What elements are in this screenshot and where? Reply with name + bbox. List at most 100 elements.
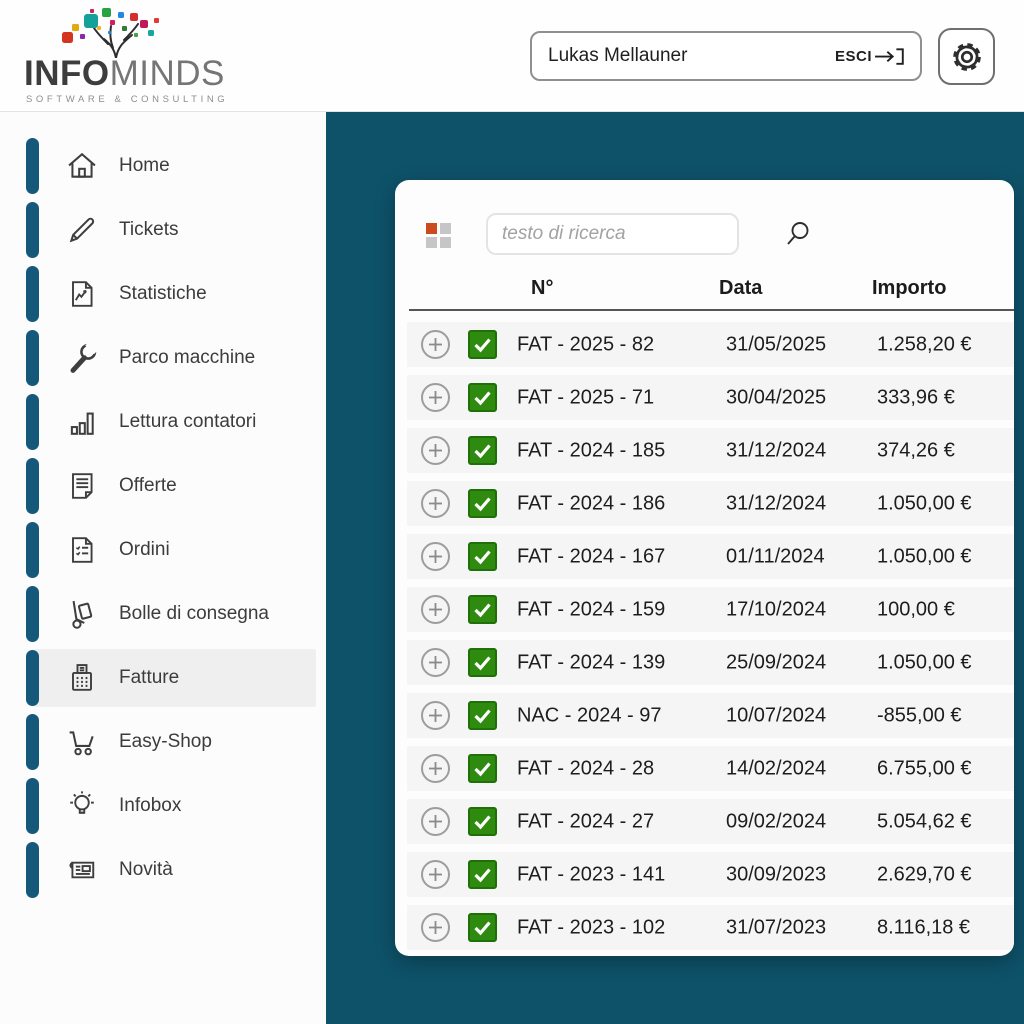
checkmark-icon xyxy=(470,756,495,781)
expand-row-button[interactable] xyxy=(421,807,450,836)
expand-row-button[interactable] xyxy=(421,913,450,942)
row-checkbox[interactable] xyxy=(468,913,497,942)
sidebar-item[interactable]: Home xyxy=(0,134,326,198)
invoice-row[interactable]: FAT - 2023 - 102 31/07/2023 8.116,18 € xyxy=(407,905,1014,950)
sidebar-item-label: Novità xyxy=(119,859,173,880)
sidebar-item[interactable]: Ordini xyxy=(0,518,326,582)
expand-row-button[interactable] xyxy=(421,542,450,571)
grid-view-icon[interactable] xyxy=(426,223,451,248)
invoice-row[interactable]: FAT - 2024 - 28 14/02/2024 6.755,00 € xyxy=(407,746,1014,791)
expand-row-button[interactable] xyxy=(421,595,450,624)
invoice-row[interactable]: FAT - 2025 - 82 31/05/2025 1.258,20 € xyxy=(407,322,1014,367)
invoice-row[interactable]: FAT - 2024 - 139 25/09/2024 1.050,00 € xyxy=(407,640,1014,685)
sidebar-item-label: Lettura contatori xyxy=(119,411,257,432)
checkmark-icon xyxy=(470,650,495,675)
expand-row-button[interactable] xyxy=(421,383,450,412)
wrench-icon xyxy=(63,339,101,377)
expand-row-button[interactable] xyxy=(421,860,450,889)
nav-indicator-bar xyxy=(26,842,39,898)
row-checkbox[interactable] xyxy=(468,542,497,571)
invoice-date: 31/12/2024 xyxy=(726,439,827,461)
expand-row-button[interactable] xyxy=(421,330,450,359)
sidebar-item[interactable]: Parco macchine xyxy=(0,326,326,390)
tree-logo-icon xyxy=(62,8,159,58)
statistics-icon xyxy=(63,275,101,313)
app-header: INFOMINDS SOFTWARE & CONSULTING Lukas Me… xyxy=(0,0,1024,112)
brand-logo: INFOMINDS SOFTWARE & CONSULTING xyxy=(22,6,225,106)
row-checkbox[interactable] xyxy=(468,860,497,889)
expand-row-button[interactable] xyxy=(421,754,450,783)
settings-button[interactable] xyxy=(938,28,995,85)
main-area: N° Data Importo FAT - 2025 - 82 xyxy=(326,112,1024,1024)
grid-square xyxy=(426,237,437,248)
sidebar-item[interactable]: Lettura contatori xyxy=(0,390,326,454)
invoice-amount: 374,26 € xyxy=(877,439,955,461)
sidebar-item[interactable]: Offerte xyxy=(0,454,326,518)
invoice-amount: 6.755,00 € xyxy=(877,757,972,779)
row-checkbox[interactable] xyxy=(468,489,497,518)
invoice-row[interactable]: FAT - 2024 - 167 01/11/2024 1.050,00 € xyxy=(407,534,1014,579)
sidebar-item-label: Statistiche xyxy=(119,283,207,304)
grid-square xyxy=(440,223,451,234)
nav-indicator-bar xyxy=(26,394,39,450)
invoice-row[interactable]: FAT - 2025 - 71 30/04/2025 333,96 € xyxy=(407,375,1014,420)
sidebar-item[interactable]: Statistiche xyxy=(0,262,326,326)
plus-icon xyxy=(423,544,448,569)
invoice-row[interactable]: FAT - 2024 - 185 31/12/2024 374,26 € xyxy=(407,428,1014,473)
expand-row-button[interactable] xyxy=(421,648,450,677)
invoice-date: 31/07/2023 xyxy=(726,916,827,938)
invoice-number: FAT - 2024 - 186 xyxy=(517,492,666,514)
checkmark-icon xyxy=(470,491,495,516)
pencil-icon xyxy=(63,211,101,249)
nav-indicator-bar xyxy=(26,650,39,706)
expand-row-button[interactable] xyxy=(421,489,450,518)
invoice-number: NAC - 2024 - 97 xyxy=(517,704,662,726)
invoice-row[interactable]: FAT - 2024 - 27 09/02/2024 5.054,62 € xyxy=(407,799,1014,844)
invoice-row[interactable]: FAT - 2024 - 186 31/12/2024 1.050,00 € xyxy=(407,481,1014,526)
invoice-row[interactable]: FAT - 2023 - 141 30/09/2023 2.629,70 € xyxy=(407,852,1014,897)
user-name: Lukas Mellauner xyxy=(548,45,688,66)
sidebar-item[interactable]: Infobox xyxy=(0,774,326,838)
plus-icon xyxy=(423,438,448,463)
doc-list-icon xyxy=(63,531,101,569)
row-checkbox[interactable] xyxy=(468,383,497,412)
row-checkbox[interactable] xyxy=(468,595,497,624)
magnifier-icon xyxy=(783,219,813,249)
row-checkbox[interactable] xyxy=(468,436,497,465)
grid-square-red xyxy=(426,223,437,234)
invoice-row[interactable]: FAT - 2024 - 159 17/10/2024 100,00 € xyxy=(407,587,1014,632)
search-button[interactable] xyxy=(783,219,813,249)
invoice-date: 30/04/2025 xyxy=(726,386,827,408)
checkmark-icon xyxy=(470,332,495,357)
plus-icon xyxy=(423,597,448,622)
logout-arrow-icon xyxy=(874,47,906,65)
nav-indicator-bar xyxy=(26,330,39,386)
sidebar-item[interactable]: Easy-Shop xyxy=(0,710,326,774)
invoice-date: 31/12/2024 xyxy=(726,492,827,514)
table-toolbar xyxy=(395,180,1014,280)
invoice-amount: 1.050,00 € xyxy=(877,492,972,514)
expand-row-button[interactable] xyxy=(421,701,450,730)
sidebar-item[interactable]: Novità xyxy=(0,838,326,902)
invoice-table: FAT - 2025 - 82 31/05/2025 1.258,20 € FA… xyxy=(407,322,1014,956)
user-menu[interactable]: Lukas Mellauner ESCI xyxy=(530,31,922,81)
plus-icon xyxy=(423,385,448,410)
row-checkbox[interactable] xyxy=(468,807,497,836)
expand-row-button[interactable] xyxy=(421,436,450,465)
row-checkbox[interactable] xyxy=(468,754,497,783)
sidebar-item[interactable]: Bolle di consegna xyxy=(0,582,326,646)
handtruck-icon xyxy=(63,595,101,633)
brand-name: INFOMINDS xyxy=(24,54,225,93)
row-checkbox[interactable] xyxy=(468,330,497,359)
gear-icon xyxy=(949,39,985,75)
cart-icon xyxy=(63,723,101,761)
row-checkbox[interactable] xyxy=(468,701,497,730)
table-header-divider xyxy=(409,309,1014,311)
logout-button[interactable]: ESCI xyxy=(835,48,906,65)
sidebar-item[interactable]: Tickets xyxy=(0,198,326,262)
sidebar-item[interactable]: Fatture xyxy=(0,646,326,710)
row-checkbox[interactable] xyxy=(468,648,497,677)
sidebar-item-label: Ordini xyxy=(119,539,170,560)
invoice-row[interactable]: NAC - 2024 - 97 10/07/2024 -855,00 € xyxy=(407,693,1014,738)
search-input[interactable] xyxy=(486,213,739,255)
